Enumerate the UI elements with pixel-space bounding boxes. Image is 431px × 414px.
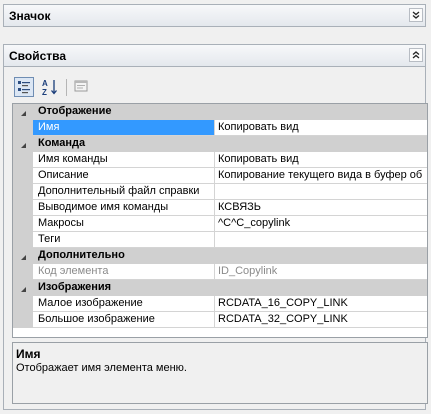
category-row[interactable]: Отображение bbox=[13, 104, 427, 120]
property-value[interactable]: RCDATA_16_COPY_LINK bbox=[216, 296, 427, 311]
property-value[interactable]: RCDATA_32_COPY_LINK bbox=[216, 312, 427, 327]
expand-chevron-icon[interactable] bbox=[409, 8, 423, 22]
description-title: Имя bbox=[16, 347, 41, 361]
property-value[interactable]: Копирование текущего вида в буфер об bbox=[216, 168, 427, 183]
collapse-triangle-icon[interactable] bbox=[20, 140, 27, 152]
property-row[interactable]: Большое изображение RCDATA_32_COPY_LINK bbox=[13, 312, 427, 328]
property-value[interactable] bbox=[216, 232, 427, 247]
property-name[interactable]: Код элемента bbox=[33, 264, 215, 279]
property-name[interactable]: Имя bbox=[33, 120, 215, 135]
property-row[interactable]: Описание Копирование текущего вида в буфе… bbox=[13, 168, 427, 184]
collapse-triangle-icon[interactable] bbox=[20, 252, 27, 264]
category-label: Изображения bbox=[38, 281, 112, 293]
property-value[interactable] bbox=[216, 184, 427, 199]
row-gutter bbox=[13, 152, 33, 168]
category-row[interactable]: Команда bbox=[13, 136, 427, 152]
row-gutter bbox=[13, 168, 33, 184]
property-name[interactable]: Выводимое имя команды bbox=[33, 200, 215, 215]
row-gutter bbox=[13, 264, 33, 280]
property-value[interactable]: Копировать вид bbox=[216, 120, 427, 135]
property-pages-button[interactable] bbox=[72, 77, 92, 97]
property-row[interactable]: Выводимое имя команды КСВЯЗЬ bbox=[13, 200, 427, 216]
category-label: Команда bbox=[38, 137, 86, 149]
description-text: Отображает имя элемента меню. bbox=[16, 362, 187, 374]
alphabetical-sort-button[interactable]: A Z bbox=[40, 77, 60, 97]
properties-panel-header[interactable]: Свойства bbox=[3, 44, 426, 67]
collapse-triangle-icon[interactable] bbox=[20, 108, 27, 120]
property-name[interactable]: Описание bbox=[33, 168, 215, 183]
property-name[interactable]: Макросы bbox=[33, 216, 215, 231]
property-value: ID_Copylink bbox=[218, 265, 278, 277]
categorized-view-button[interactable] bbox=[14, 77, 34, 97]
collapse-triangle-icon[interactable] bbox=[20, 284, 27, 296]
row-gutter bbox=[13, 312, 33, 328]
property-row[interactable]: Дополнительный файл справки bbox=[13, 184, 427, 200]
category-row[interactable]: Дополнительно bbox=[13, 248, 427, 264]
row-gutter bbox=[13, 200, 33, 216]
category-label: Отображение bbox=[38, 105, 112, 117]
category-row[interactable]: Изображения bbox=[13, 280, 427, 296]
property-row[interactable]: Имя Копировать вид bbox=[13, 120, 427, 136]
property-name[interactable]: Дополнительный файл справки bbox=[33, 184, 215, 199]
property-value[interactable]: КСВЯЗЬ bbox=[216, 200, 427, 215]
property-row[interactable]: Малое изображение RCDATA_16_COPY_LINK bbox=[13, 296, 427, 312]
category-label: Дополнительно bbox=[38, 249, 125, 261]
property-value[interactable]: Копировать вид bbox=[216, 152, 427, 167]
properties-panel-title: Свойства bbox=[9, 49, 67, 63]
svg-text:Z: Z bbox=[42, 88, 47, 97]
property-grid: Отображение Имя Копировать вид Команда Имя к… bbox=[12, 103, 428, 338]
property-row[interactable]: Макросы ^C^C_copylink bbox=[13, 216, 427, 232]
row-gutter bbox=[13, 184, 33, 200]
property-row[interactable]: Имя команды Копировать вид bbox=[13, 152, 427, 168]
property-row[interactable]: Код элемента ID_Copylink bbox=[13, 264, 427, 280]
property-name[interactable]: Теги bbox=[33, 232, 215, 247]
properties-panel: A Z Отображение Имя Копировать вид Команда И… bbox=[3, 67, 428, 410]
toolbar-separator bbox=[66, 79, 67, 96]
description-pane: Имя Отображает имя элемента меню. bbox=[12, 342, 428, 404]
icon-panel-header[interactable]: Значок bbox=[3, 4, 426, 27]
icon-panel-title: Значок bbox=[9, 9, 51, 23]
property-name[interactable]: Имя команды bbox=[33, 152, 215, 167]
collapse-chevron-icon[interactable] bbox=[409, 48, 423, 62]
svg-text:A: A bbox=[42, 79, 48, 88]
row-gutter bbox=[13, 216, 33, 232]
row-gutter bbox=[13, 232, 33, 248]
property-name[interactable]: Большое изображение bbox=[33, 312, 215, 327]
row-gutter bbox=[13, 296, 33, 312]
property-name[interactable]: Малое изображение bbox=[33, 296, 215, 311]
property-row[interactable]: Теги bbox=[13, 232, 427, 248]
property-value[interactable]: ^C^C_copylink bbox=[216, 216, 427, 231]
row-gutter bbox=[13, 120, 33, 136]
